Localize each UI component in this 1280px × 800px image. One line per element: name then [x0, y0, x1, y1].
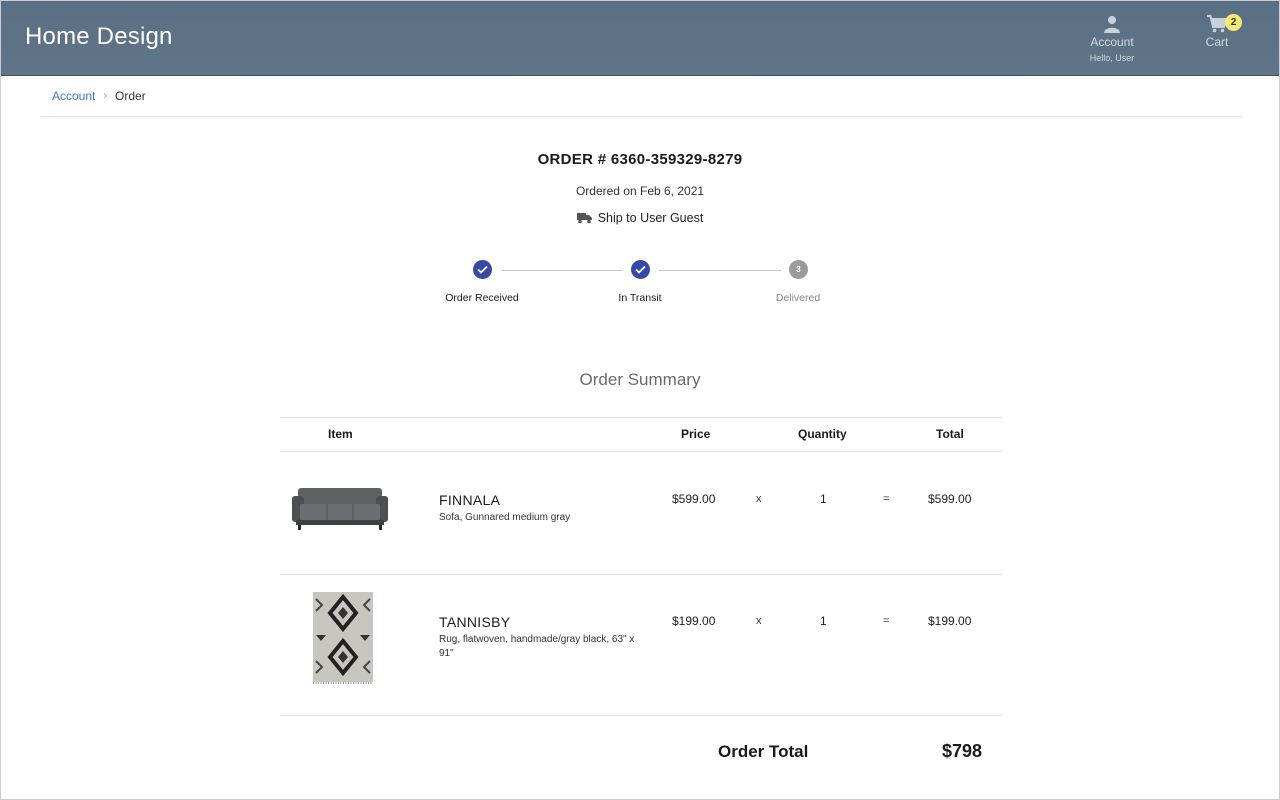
- order-total-label: Order Total: [718, 742, 809, 761]
- step-order-received-circle: [473, 260, 492, 279]
- item-quantity: 1: [820, 492, 827, 506]
- account-menu[interactable]: Account Hello, User: [1079, 15, 1145, 63]
- brand-logo[interactable]: Home Design: [25, 23, 173, 51]
- multiply-sign: x: [756, 615, 762, 627]
- column-header-item: Item: [328, 427, 353, 441]
- item-quantity: 1: [820, 614, 827, 628]
- order-date: Ordered on Feb 6, 2021: [575, 184, 705, 198]
- cart-count-badge: 2: [1225, 14, 1242, 31]
- order-total-value: $798: [942, 741, 983, 761]
- step-delivered-circle: 3: [789, 260, 808, 279]
- ship-to-line: Ship to User Guest: [0, 211, 1280, 225]
- step-in-transit-circle: [631, 260, 650, 279]
- step-delivered-label: Delivered: [775, 292, 821, 304]
- step-order-received-label: Order Received: [445, 292, 519, 304]
- column-header-total: Total: [936, 427, 964, 441]
- truck-icon: [576, 213, 592, 224]
- step-connector-1: [501, 270, 623, 271]
- step-connector-2: [659, 270, 781, 271]
- page-frame: [0, 0, 1280, 800]
- product-name-tannisby[interactable]: TANNISBY: [439, 614, 510, 630]
- table-bottom-border: [280, 715, 1002, 716]
- breadcrumb-divider: [40, 116, 1242, 117]
- item-price: $199.00: [672, 614, 716, 628]
- breadcrumb-account-link[interactable]: Account: [52, 89, 95, 103]
- ship-to-text: Ship to User Guest: [597, 211, 704, 225]
- breadcrumb: Account › Order: [52, 89, 146, 103]
- account-label: Account: [1090, 35, 1134, 49]
- cart-icon: [1207, 15, 1227, 33]
- column-header-quantity: Quantity: [798, 427, 847, 441]
- sofa-product-image[interactable]: [290, 486, 390, 532]
- step-in-transit-label: In Transit: [618, 292, 662, 304]
- cart-button[interactable]: Cart 2: [1197, 14, 1242, 49]
- user-icon: [1104, 16, 1120, 33]
- product-description: Rug, flatwoven, handmade/gray black, 63"…: [439, 634, 635, 659]
- row-divider: [280, 574, 1002, 575]
- top-header: Home Design Account Hello, User Cart 2: [1, 1, 1279, 76]
- check-icon: [635, 265, 646, 274]
- table-header-border: [280, 451, 1002, 452]
- order-summary-title: Order Summary: [579, 370, 701, 389]
- multiply-sign: x: [756, 493, 762, 505]
- rug-product-image[interactable]: [312, 591, 374, 685]
- item-total: $199.00: [928, 614, 972, 628]
- table-top-border: [280, 417, 1002, 418]
- check-icon: [477, 265, 488, 274]
- order-number-title: ORDER # 6360-359329-8279: [537, 151, 743, 168]
- account-greeting: Hello, User: [1089, 53, 1135, 63]
- item-total: $599.00: [928, 492, 972, 506]
- equals-sign: =: [883, 615, 890, 627]
- equals-sign: =: [883, 493, 890, 505]
- breadcrumb-current: Order: [115, 89, 146, 103]
- product-description: Sofa, Gunnared medium gray: [439, 512, 571, 523]
- product-name-finnala[interactable]: FINNALA: [439, 492, 500, 508]
- item-price: $599.00: [672, 492, 716, 506]
- breadcrumb-separator: ›: [103, 90, 108, 102]
- column-header-price: Price: [681, 427, 711, 441]
- cart-label: Cart: [1205, 35, 1229, 49]
